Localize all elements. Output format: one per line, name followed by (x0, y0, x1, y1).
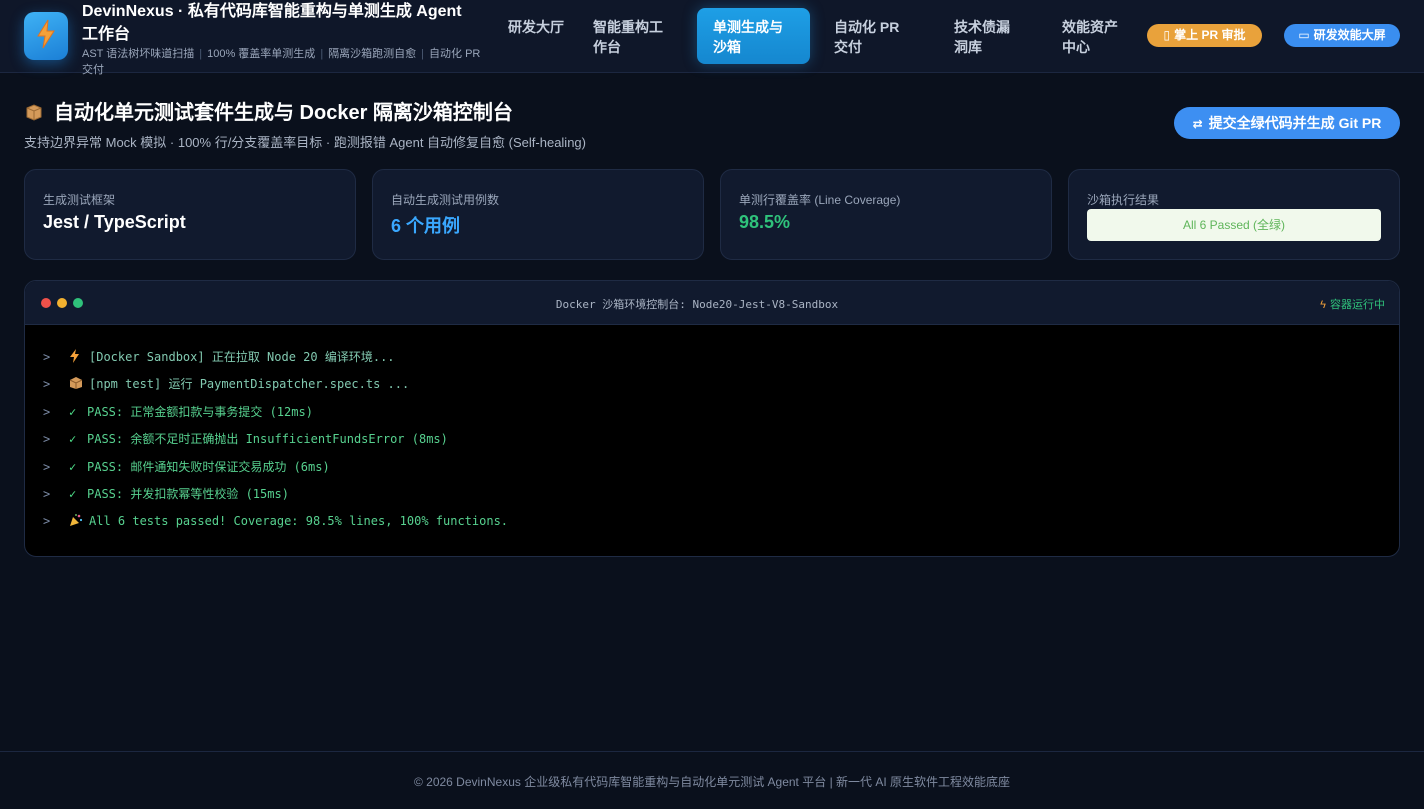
dashboard-button[interactable]: ▭ 研发效能大屏 (1284, 24, 1400, 47)
pr-review-button[interactable]: ▯ 掌上 PR 审批 (1147, 24, 1262, 47)
terminal-line: > ✓ PASS: 邮件通知失败时保证交易成功 (6ms) (43, 457, 330, 477)
cases-value: 6 个用例 (391, 216, 461, 236)
prompt-icon: > (43, 514, 51, 528)
lightning-icon: ϟ (1320, 299, 1326, 311)
lightning-icon (35, 19, 57, 54)
submit-pr-button[interactable]: ⇄ 提交全绿代码并生成 Git PR (1174, 107, 1400, 139)
page-subtitle: 支持边界异常 Mock 模拟 · 100% 行/分支覆盖率目标 · 跑测报错 A… (24, 135, 586, 150)
tab-assets[interactable]: 效能资产中心 (1062, 8, 1128, 64)
prompt-icon: > (43, 460, 51, 474)
subtitle-item: 100% 覆盖率单测生成 (207, 48, 316, 60)
container-status: ϟ 容器运行中 (1320, 299, 1385, 311)
package-icon (69, 374, 89, 394)
framework-label: 生成测试框架 (43, 193, 116, 207)
terminal-title: Docker 沙箱环境控制台: Node20-Jest-V8-Sandbox (555, 298, 839, 311)
cases-card: 自动生成测试用例数 6 个用例 (372, 169, 704, 260)
terminal-header: Docker 沙箱环境控制台: Node20-Jest-V8-Sandbox ϟ… (25, 281, 1399, 325)
result-label: 沙箱执行结果 (1087, 193, 1160, 207)
terminal-line: > ✓ PASS: 并发扣款幂等性校验 (15ms) (43, 484, 289, 504)
app-subtitle: AST 语法树坏味道扫描 | 100% 覆盖率单测生成 | 隔离沙箱跑测自愈 | 自动化 P… (82, 48, 481, 76)
check-icon: ✓ (69, 432, 77, 446)
prompt-icon: > (43, 487, 51, 501)
tab-refactor-workbench[interactable]: 智能重构工作台 (593, 8, 673, 64)
footer: © 2026 DevinNexus 企业级私有代码库智能重构与自动化单元测试 A… (0, 751, 1424, 809)
party-icon (69, 511, 89, 531)
subtitle-item: 隔离沙箱跑测自愈 (328, 48, 417, 60)
result-badge: All 6 Passed (全绿) (1087, 209, 1381, 241)
framework-card: 生成测试框架 Jest / TypeScript (24, 169, 356, 260)
tab-tech-debt[interactable]: 技术债漏洞库 (954, 8, 1020, 64)
check-icon: ✓ (69, 405, 77, 419)
framework-value: Jest / TypeScript (43, 212, 186, 232)
subtitle-item: AST 语法树坏味道扫描 (82, 48, 195, 60)
coverage-value: 98.5% (739, 212, 791, 232)
terminal-line: > [Docker Sandbox] 正在拉取 Node 20 编译环境... (43, 347, 395, 367)
sandbox-terminal: Docker 沙箱环境控制台: Node20-Jest-V8-Sandbox ϟ… (24, 280, 1400, 557)
prompt-icon: > (43, 432, 51, 446)
app-logo (24, 12, 68, 60)
prompt-icon: > (43, 350, 51, 364)
check-icon: ✓ (69, 460, 77, 474)
tab-pr-delivery[interactable]: 自动化 PR 交付 (834, 8, 914, 64)
monitor-icon: ▭ (1298, 28, 1310, 42)
tab-unit-test-sandbox[interactable]: 单测生成与沙箱 (697, 8, 810, 64)
app-title: DevinNexus · 私有代码库智能重构与单测生成 Agent 工作台 (82, 3, 462, 43)
page-title: 自动化单元测试套件生成与 Docker 隔离沙箱控制台 (24, 100, 513, 126)
terminal-line: > [npm test] 运行 PaymentDispatcher.spec.ts… (43, 374, 409, 394)
coverage-card: 单测行覆盖率 (Line Coverage) 98.5% (720, 169, 1052, 260)
tab-dev-hall[interactable]: 研发大厅 (508, 8, 572, 64)
prompt-icon: > (43, 377, 51, 391)
merge-icon: ⇄ (1192, 117, 1203, 131)
package-icon (24, 100, 46, 126)
terminal-line: > ✓ PASS: 余额不足时正确抛出 InsufficientFundsError… (43, 429, 448, 449)
prompt-icon: > (43, 405, 51, 419)
top-bar: DevinNexus · 私有代码库智能重构与单测生成 Agent 工作台 AS… (0, 0, 1424, 76)
cases-label: 自动生成测试用例数 (391, 193, 500, 207)
check-icon: ✓ (69, 487, 77, 501)
phone-icon: ▯ (1163, 28, 1171, 42)
terminal-line: > ✓ PASS: 正常金额扣款与事务提交 (12ms) (43, 402, 313, 422)
lightning-icon (69, 347, 89, 367)
result-card: 沙箱执行结果 All 6 Passed (全绿) (1068, 169, 1400, 260)
coverage-label: 单测行覆盖率 (Line Coverage) (739, 193, 901, 207)
terminal-line: > All 6 tests passed! Coverage: 98.5% lin… (43, 511, 508, 531)
